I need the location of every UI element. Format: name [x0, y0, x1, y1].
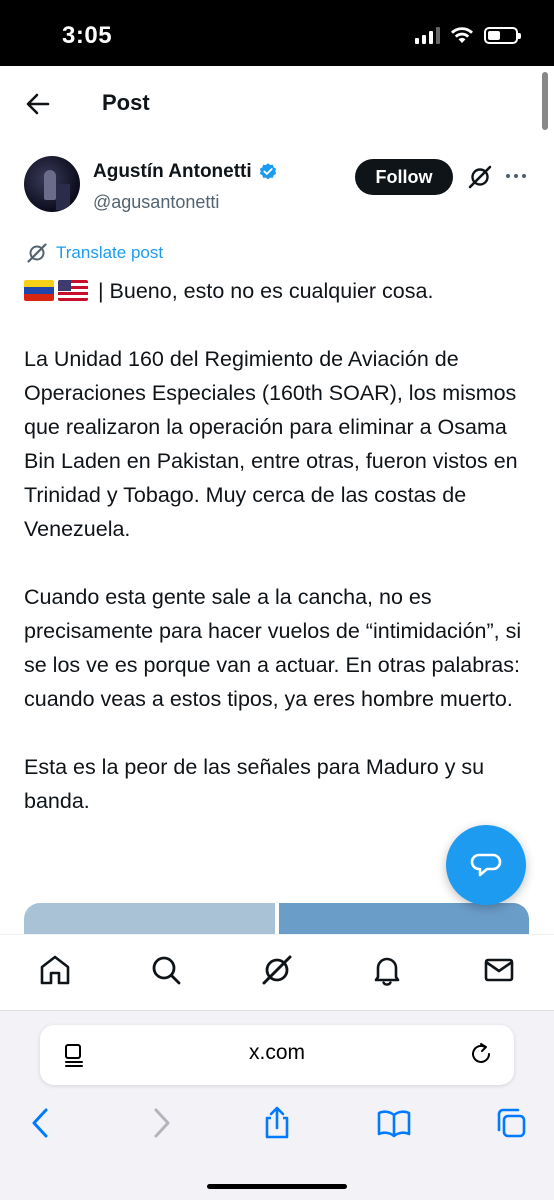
bookmarks-icon[interactable] [377, 1106, 411, 1140]
grok-nav-icon[interactable] [260, 953, 294, 987]
reload-icon[interactable] [468, 1041, 494, 1067]
url-text[interactable]: x.com [40, 1041, 514, 1065]
post-header: Post [0, 66, 554, 142]
avatar[interactable] [24, 156, 80, 212]
author-name[interactable]: Agustín Antonetti [93, 161, 252, 183]
browser-toolbar: x.com [0, 1010, 554, 1200]
share-icon[interactable] [260, 1106, 294, 1140]
post-text: | Bueno, esto no es cualquier cosa. La U… [24, 274, 534, 852]
post-line-1-text: | Bueno, esto no es cualquier cosa. [97, 279, 434, 303]
post-paragraph-4: Esta es la peor de las señales para Madu… [24, 755, 485, 813]
wifi-icon [451, 27, 473, 43]
author-handle[interactable]: @agusantonetti [93, 192, 219, 213]
messages-icon[interactable] [482, 953, 516, 987]
battery-icon [484, 26, 521, 44]
home-indicator[interactable] [207, 1184, 347, 1189]
back-arrow-icon[interactable] [24, 90, 52, 118]
translate-label[interactable]: Translate post [56, 243, 163, 263]
usa-flag-icon [58, 280, 88, 301]
forward-icon[interactable] [144, 1106, 178, 1140]
status-time: 3:05 [62, 22, 113, 49]
page-title: Post [102, 90, 150, 115]
compose-reply-button[interactable] [446, 825, 526, 905]
back-icon[interactable] [24, 1106, 58, 1140]
translate-post-link[interactable]: Translate post [26, 242, 163, 264]
home-icon[interactable] [38, 953, 72, 987]
post-line-1: | Bueno, esto no es cualquier cosa. [24, 274, 534, 308]
bottom-navigation [0, 934, 554, 1010]
verified-badge-icon [259, 163, 276, 180]
grok-icon[interactable] [467, 164, 493, 190]
post-paragraph-2: La Unidad 160 del Regimiento de Aviación… [24, 347, 518, 541]
scrollbar[interactable] [542, 72, 548, 130]
author-name-row[interactable]: Agustín Antonetti [93, 161, 278, 183]
search-icon[interactable] [149, 953, 183, 987]
cellular-signal-icon [415, 26, 440, 44]
tabs-icon[interactable] [494, 1106, 528, 1140]
follow-button[interactable]: Follow [355, 159, 453, 195]
venezuela-flag-icon [24, 280, 54, 301]
notifications-icon[interactable] [370, 953, 404, 987]
more-options-icon[interactable] [504, 164, 528, 188]
grok-translate-icon [27, 243, 47, 263]
address-bar[interactable]: x.com [40, 1025, 514, 1085]
status-bar: 3:05 [0, 0, 554, 66]
post-paragraph-3: Cuando esta gente sale a la cancha, no e… [24, 585, 522, 711]
reply-bubble-icon [470, 853, 502, 877]
status-icons [415, 26, 521, 44]
